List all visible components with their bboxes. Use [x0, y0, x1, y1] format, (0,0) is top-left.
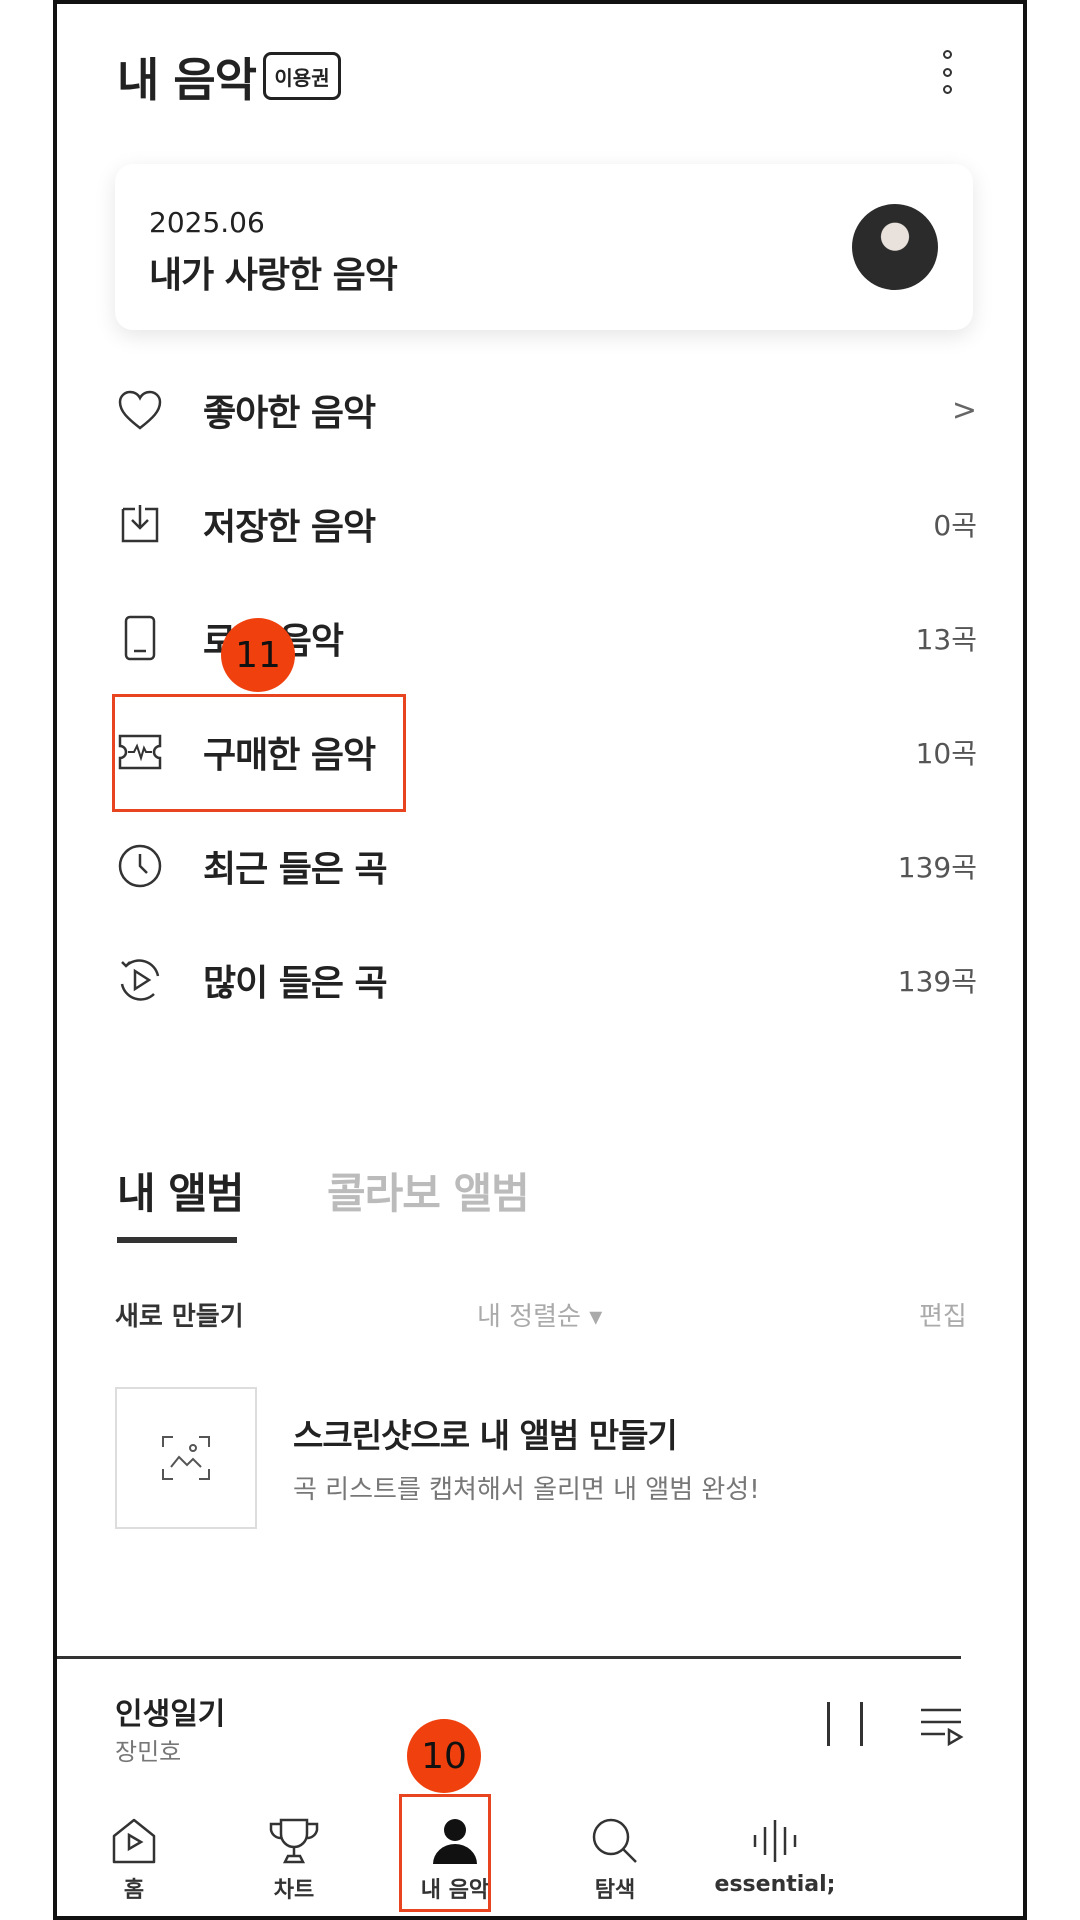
page-title: 내 음악 [117, 53, 257, 107]
highlight-box-purchased [112, 694, 406, 812]
nav-search-label: 탐색 [594, 1878, 636, 1903]
pause-icon[interactable] [827, 1702, 863, 1746]
list-item-label: 최근 들은 곡 [203, 849, 388, 890]
home-icon [112, 1818, 156, 1864]
edit-button[interactable]: 편집 [919, 1296, 967, 1333]
nav-essential-label: essential; [714, 1872, 836, 1897]
nav-home-label: 홈 [123, 1878, 145, 1903]
list-item-count: 0곡 [933, 509, 977, 542]
list-item-label: 저장한 음악 [203, 507, 376, 548]
list-item-count: 139곡 [897, 851, 977, 884]
now-playing-artist: 장민호 [115, 1738, 182, 1766]
player-progress-bar[interactable] [57, 1656, 961, 1659]
heart-icon [115, 385, 165, 435]
screenshot-album-thumb[interactable] [115, 1387, 257, 1529]
clock-icon [115, 841, 165, 891]
tab-my-album[interactable]: 내 앨범 [117, 1160, 245, 1221]
chevron-right-icon: > [951, 392, 977, 428]
monthly-music-card[interactable]: 2025.06 내가 사랑한 음악 [115, 164, 973, 330]
list-item-recent[interactable]: 최근 들은 곡 139곡 [115, 810, 977, 922]
nav-search[interactable]: 탐색 [540, 1816, 690, 1904]
nav-home[interactable]: 홈 [59, 1816, 209, 1904]
create-new-button[interactable]: 새로 만들기 [115, 1296, 244, 1333]
album-promo-title[interactable]: 스크린샷으로 내 앨범 만들기 [293, 1409, 678, 1457]
list-item-label: 로컬 음악 [203, 621, 344, 662]
album-promo-subtitle: 곡 리스트를 캡쳐해서 올리면 내 앨범 완성! [293, 1475, 760, 1505]
download-icon [115, 499, 165, 549]
repeat-play-icon [115, 955, 165, 1005]
trophy-icon [269, 1818, 319, 1864]
list-item-liked[interactable]: 좋아한 음악 > [115, 354, 977, 466]
phone-icon [115, 613, 165, 663]
nav-chart-label: 차트 [273, 1878, 315, 1903]
card-title: 내가 사랑한 음악 [149, 255, 398, 296]
list-item-saved[interactable]: 저장한 음악 0곡 [115, 468, 977, 580]
list-item-count: 10곡 [915, 737, 977, 770]
list-item-count: 13곡 [915, 623, 977, 656]
list-item-most-played[interactable]: 많이 들은 곡 139곡 [115, 924, 977, 1036]
list-item-label: 많이 들은 곡 [203, 963, 388, 1004]
sort-dropdown[interactable]: 내 정렬순 ▾ [477, 1296, 602, 1333]
tab-underline [117, 1237, 237, 1243]
app-screen: 내 음악 이용권 2025.06 내가 사랑한 음악 좋아한 음악 > 저장한 … [53, 0, 1027, 1920]
more-options-icon[interactable] [937, 50, 957, 94]
now-playing-title[interactable]: 인생일기 [115, 1689, 225, 1733]
list-item-label: 좋아한 음악 [203, 393, 376, 434]
nav-chart[interactable]: 차트 [219, 1816, 369, 1904]
list-item-count: 139곡 [897, 965, 977, 998]
playlist-icon[interactable] [919, 1704, 965, 1752]
waveform-icon [753, 1820, 797, 1862]
annotation-badge-11: 11 [221, 618, 295, 692]
tab-collab-album[interactable]: 콜라보 앨범 [327, 1160, 530, 1221]
card-date: 2025.06 [149, 206, 265, 239]
annotation-badge-10: 10 [407, 1719, 481, 1793]
artist-avatar [852, 204, 938, 290]
search-icon [592, 1818, 637, 1863]
subscription-badge[interactable]: 이용권 [263, 52, 341, 100]
image-scan-icon [162, 1436, 210, 1480]
highlight-box-my-music [399, 1794, 491, 1912]
nav-essential[interactable]: essential; [700, 1816, 850, 1897]
